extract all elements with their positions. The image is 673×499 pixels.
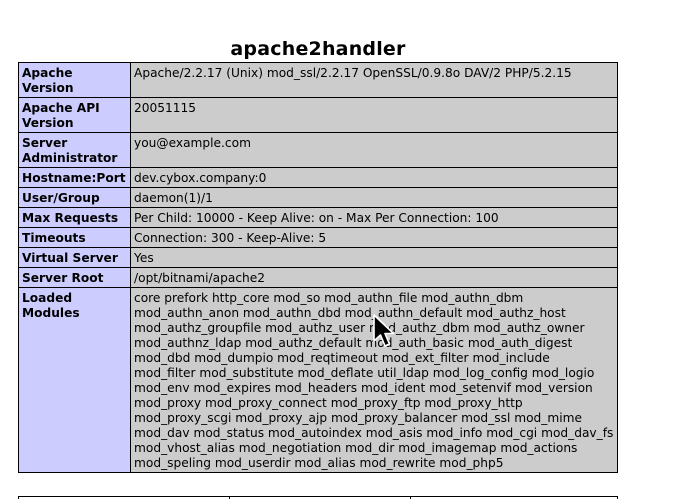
row-value: 20051115: [130, 97, 618, 133]
row-key: Virtual Server: [18, 247, 131, 268]
table-row-timeouts: Timeouts Connection: 300 - Keep-Alive: 5: [18, 227, 618, 248]
row-value: dev.cybox.company:0: [130, 167, 618, 188]
row-key: Hostname:Port: [18, 167, 131, 188]
row-value: Per Child: 10000 - Keep Alive: on - Max …: [130, 207, 618, 228]
table-row-loaded-modules: Loaded Modules core prefork http_core mo…: [18, 287, 618, 473]
section-title: apache2handler: [230, 37, 406, 60]
table-row-server-administrator: Server Administrator you@example.com: [18, 132, 618, 168]
row-value: Yes: [130, 247, 618, 268]
row-value: /opt/bitnami/apache2: [130, 267, 618, 288]
table-row-virtual-server: Virtual Server Yes: [18, 247, 618, 268]
table-row-server-root: Server Root /opt/bitnami/apache2: [18, 267, 618, 288]
row-key: Timeouts: [18, 227, 131, 248]
row-value: daemon(1)/1: [130, 187, 618, 208]
row-key: Loaded Modules: [18, 287, 131, 473]
row-value: Apache/2.2.17 (Unix) mod_ssl/2.2.17 Open…: [130, 62, 618, 98]
row-key: Apache Version: [18, 62, 131, 98]
table-row-hostname-port: Hostname:Port dev.cybox.company:0: [18, 167, 618, 188]
row-value: you@example.com: [130, 132, 618, 168]
table-row-apache-version: Apache Version Apache/2.2.17 (Unix) mod_…: [18, 62, 618, 98]
table-row-user-group: User/Group daemon(1)/1: [18, 187, 618, 208]
row-value: Connection: 300 - Keep-Alive: 5: [130, 227, 618, 248]
apache2handler-table: Apache Version Apache/2.2.17 (Unix) mod_…: [18, 62, 618, 473]
row-key: Server Root: [18, 267, 131, 288]
table-row-apache-api-version: Apache API Version 20051115: [18, 97, 618, 133]
row-key: Max Requests: [18, 207, 131, 228]
table-row-max-requests: Max Requests Per Child: 10000 - Keep Ali…: [18, 207, 618, 228]
mouse-pointer-icon: [373, 314, 395, 347]
row-key: User/Group: [18, 187, 131, 208]
row-key: Server Administrator: [18, 132, 131, 168]
row-key: Apache API Version: [18, 97, 131, 133]
